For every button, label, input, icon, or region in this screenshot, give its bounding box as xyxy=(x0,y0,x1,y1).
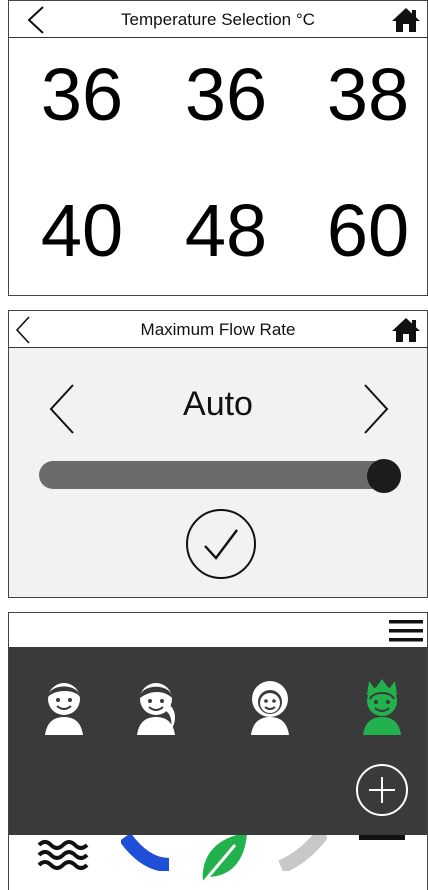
home-icon[interactable] xyxy=(391,7,421,33)
curly-hair-avatar-icon[interactable] xyxy=(247,677,293,735)
flow-rate-title: Maximum Flow Rate xyxy=(140,320,296,339)
hamburger-menu-icon[interactable] xyxy=(389,619,423,643)
temp-option-5[interactable]: 48 xyxy=(166,191,286,271)
next-arrow-icon[interactable] xyxy=(361,383,391,435)
user-profiles-panel xyxy=(8,612,428,890)
temp-option-3[interactable]: 38 xyxy=(308,55,428,135)
temp-option-4[interactable]: 40 xyxy=(22,191,142,271)
girl-avatar-icon[interactable] xyxy=(133,677,179,735)
eco-leaf-icon[interactable] xyxy=(195,827,251,887)
home-icon[interactable] xyxy=(391,317,421,343)
temp-option-6[interactable]: 60 xyxy=(308,191,428,271)
flow-rate-panel: Maximum Flow Rate Auto xyxy=(8,310,428,598)
temp-option-1[interactable]: 36 xyxy=(22,55,142,135)
confirm-check-icon[interactable] xyxy=(185,508,257,580)
flow-rate-slider-handle[interactable] xyxy=(367,459,401,493)
temperature-header: Temperature Selection °C xyxy=(9,1,427,38)
temperature-panel: Temperature Selection °C 36 36 38 40 48 … xyxy=(8,0,428,296)
flow-rate-header: Maximum Flow Rate xyxy=(9,311,427,348)
user-selection-overlay xyxy=(9,647,427,835)
spiky-hair-avatar-icon[interactable] xyxy=(359,677,405,735)
flow-rate-slider-track[interactable] xyxy=(39,461,401,489)
temperature-title: Temperature Selection °C xyxy=(121,10,315,29)
temp-option-2[interactable]: 36 xyxy=(166,55,286,135)
add-user-icon[interactable] xyxy=(355,763,409,817)
boy-avatar-icon[interactable] xyxy=(41,677,87,735)
